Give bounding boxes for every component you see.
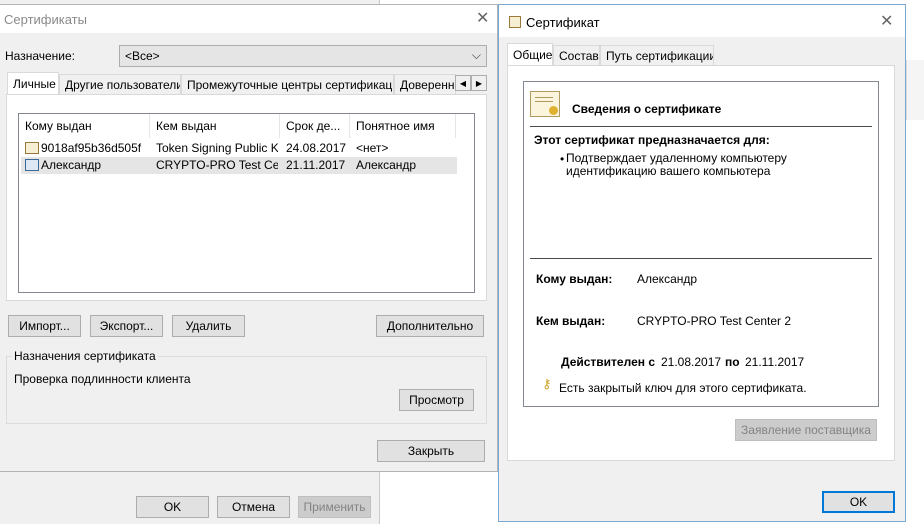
view-button[interactable]: Просмотр (399, 389, 474, 411)
titlebar: Сертификаты ✕ (0, 5, 497, 33)
export-button[interactable]: Экспорт... (90, 315, 163, 337)
info-header: Сведения о сертификате (572, 102, 722, 116)
column-header-friendly-name[interactable]: Понятное имя (350, 114, 456, 138)
purpose-bullet-text: Подтверждает удаленному компьютеру идент… (566, 151, 787, 178)
tab-general[interactable]: Общие (507, 43, 553, 65)
advanced-button[interactable]: Дополнительно (376, 315, 484, 337)
private-key-text: Есть закрытый ключ для этого сертификата… (559, 381, 807, 395)
issued-to-value: Александр (637, 272, 698, 286)
certificates-dialog: Сертификаты ✕ Назначение: <Все> ⌵ Личные… (0, 4, 498, 472)
valid-to-label: по (725, 355, 740, 369)
tab-intermediate-ca[interactable]: Промежуточные центры сертификации (181, 74, 394, 94)
import-button[interactable]: Импорт... (8, 315, 81, 337)
tab-other-users[interactable]: Другие пользователи (59, 74, 181, 94)
divider (530, 126, 872, 127)
tab-scroll-right-icon[interactable]: ▶ (471, 75, 487, 91)
cell-expires: 21.11.2017 (286, 158, 346, 172)
cancel-button[interactable]: Отмена (217, 496, 290, 518)
apply-button[interactable]: Применить (298, 496, 371, 518)
tab-label: Личные (13, 76, 56, 91)
window-title: Сертификат (526, 15, 600, 30)
cell-issued-to: 9018af95b36d505f (41, 141, 142, 155)
column-header-issued-to[interactable]: Кому выдан (19, 114, 150, 138)
window-title: Сертификаты (4, 12, 87, 27)
issued-by-value: CRYPTO-PRO Test Center 2 (637, 314, 792, 328)
close-icon[interactable]: ✕ (880, 14, 893, 30)
tab-label: Состав (559, 48, 599, 63)
tab-label: Доверенн (400, 77, 455, 92)
cell-issued-to: Александр (41, 158, 102, 172)
tab-label: Промежуточные центры сертификации (187, 77, 394, 92)
table-row-selected[interactable]: Александр CRYPTO-PRO Test Ce... 21.11.20… (21, 157, 457, 174)
delete-button[interactable]: Удалить (172, 315, 245, 337)
issuer-statement-button[interactable]: Заявление поставщика (735, 419, 877, 441)
column-header-issued-by[interactable]: Кем выдан (150, 114, 280, 138)
tab-label: Путь сертификации (606, 48, 714, 63)
issued-to-label: Кому выдан: (536, 272, 613, 286)
purpose-header: Этот сертификат предназначается для: (534, 133, 770, 147)
cell-issued-by: CRYPTO-PRO Test Ce... (156, 158, 278, 172)
cell-expires: 24.08.2017 (286, 141, 347, 155)
tab-personal[interactable]: Личные (7, 72, 59, 94)
purpose-label: Назначение: (5, 49, 76, 63)
titlebar: Сертификат ✕ (499, 5, 905, 37)
close-button[interactable]: Закрыть (377, 440, 485, 462)
bullet-icon: • (560, 152, 565, 166)
certificate-dialog: Сертификат ✕ Общие Состав Путь сертифика… (498, 4, 906, 522)
valid-from-value: 21.08.2017 (661, 355, 722, 369)
certificate-icon (509, 16, 521, 28)
valid-to-value: 21.11.2017 (745, 355, 805, 369)
column-header-expires[interactable]: Срок де... (280, 114, 350, 138)
purpose-select-value: <Все> (125, 49, 160, 63)
cell-friendly-name: <нет> (356, 141, 389, 155)
tab-label: Общие (513, 47, 553, 62)
tab-details[interactable]: Состав (553, 45, 600, 65)
key-icon: ⚷ (542, 376, 552, 391)
certificate-icon (25, 142, 39, 154)
close-icon[interactable]: ✕ (476, 11, 489, 27)
valid-from-label: Действителен с (561, 355, 655, 369)
purpose-select[interactable]: <Все> ⌵ (119, 45, 487, 67)
certificate-list[interactable]: Кому выдан Кем выдан Срок де... Понятное… (18, 113, 475, 293)
ok-button[interactable]: OK (136, 496, 209, 518)
certificate-info-panel: Сведения о сертификате Этот сертификат п… (523, 81, 879, 407)
tab-scroll-left-icon[interactable]: ◀ (455, 75, 471, 91)
cell-issued-by: Token Signing Public Key (156, 141, 278, 155)
purposes-group-label: Назначения сертификата (12, 349, 158, 363)
chevron-down-icon: ⌵ (471, 48, 481, 62)
background-panel (906, 60, 924, 120)
purposes-text: Проверка подлинности клиента (14, 372, 191, 386)
certificate-icon (25, 159, 39, 171)
tab-trusted[interactable]: Доверенн (394, 74, 456, 94)
ok-button[interactable]: OK (822, 491, 895, 513)
table-row[interactable]: 9018af95b36d505f Token Signing Public Ke… (21, 140, 457, 157)
tab-label: Другие пользователи (65, 77, 181, 92)
certificate-large-icon (530, 91, 560, 117)
divider (530, 258, 872, 259)
cell-friendly-name: Александр (356, 158, 417, 172)
issued-by-label: Кем выдан: (536, 314, 606, 328)
tab-certification-path[interactable]: Путь сертификации (600, 45, 714, 65)
